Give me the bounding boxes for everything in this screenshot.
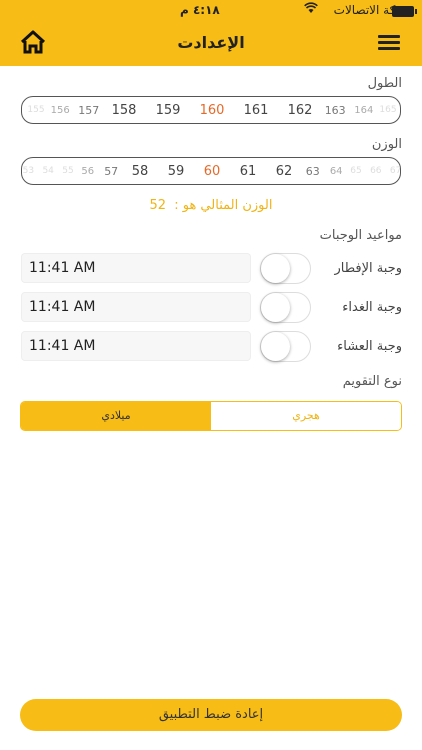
picker-value[interactable]: 165: [379, 105, 396, 115]
nav-bar: شركة الاتصالات ٤:١٨ م الإعدادت: [0, 0, 422, 66]
picker-value[interactable]: 66: [370, 166, 381, 176]
toggle-knob: [261, 254, 290, 283]
picker-value[interactable]: 65: [350, 166, 361, 176]
status-bar: شركة الاتصالات ٤:١٨ م: [0, 0, 422, 22]
battery-icon: [392, 6, 417, 17]
meals-title: مواعيد الوجبات: [319, 228, 402, 243]
picker-value[interactable]: 54: [42, 166, 53, 176]
dinner-label: وجبة العشاء: [337, 339, 402, 354]
lunch-label: وجبة الغداء: [342, 300, 402, 315]
picker-value[interactable]: 161: [244, 103, 269, 118]
ideal-weight-label: الوزن المثالي هو :: [174, 198, 273, 213]
picker-value[interactable]: 59: [168, 164, 185, 179]
toggle-knob: [261, 332, 290, 361]
picker-value[interactable]: 63: [306, 165, 320, 178]
height-picker[interactable]: 154155156157158159160161162163164165166: [21, 96, 401, 124]
picker-value[interactable]: 62: [276, 164, 293, 179]
picker-value[interactable]: 163: [325, 104, 346, 117]
calendar-title: نوع التقويم: [342, 374, 402, 389]
lunch-toggle[interactable]: [260, 292, 311, 323]
picker-value[interactable]: 160: [200, 103, 225, 118]
toggle-knob: [261, 293, 290, 322]
picker-value[interactable]: 57: [104, 165, 118, 178]
picker-value[interactable]: 56: [81, 166, 94, 177]
picker-value[interactable]: 158: [112, 103, 137, 118]
picker-value[interactable]: 155: [27, 105, 44, 115]
clock: ٤:١٨ م: [180, 3, 220, 17]
menu-icon[interactable]: [378, 35, 400, 51]
picker-value[interactable]: 67: [390, 166, 400, 176]
breakfast-toggle[interactable]: [260, 253, 311, 284]
dinner-time-field[interactable]: 11:41 AM: [21, 331, 251, 361]
picker-value[interactable]: 164: [354, 105, 373, 116]
picker-value[interactable]: 61: [240, 164, 257, 179]
picker-value[interactable]: 53: [23, 166, 34, 176]
wifi-icon: [304, 2, 318, 13]
picker-value[interactable]: 60: [204, 164, 221, 179]
ideal-weight: الوزن المثالي هو : 52: [0, 198, 422, 213]
page-title: الإعدادت: [177, 33, 245, 52]
breakfast-label: وجبة الإفطار: [334, 261, 402, 276]
calendar-option-hijri[interactable]: هجري: [211, 402, 401, 430]
picker-value[interactable]: 162: [288, 103, 313, 118]
weight-picker[interactable]: 53 54 55 56 57 58 59 60 61 62 63 64 65 66 67: [21, 157, 401, 185]
calendar-segmented-control[interactable]: ميلادي هجري: [20, 401, 402, 431]
calendar-option-gregorian[interactable]: ميلادي: [21, 402, 211, 430]
lunch-time-field[interactable]: 11:41 AM: [21, 292, 251, 322]
picker-value[interactable]: 156: [51, 105, 70, 116]
ideal-weight-value: 52: [149, 198, 167, 213]
picker-value[interactable]: 58: [132, 164, 149, 179]
dinner-toggle[interactable]: [260, 331, 311, 362]
picker-value[interactable]: 159: [156, 103, 181, 118]
height-label: الطول: [367, 76, 402, 91]
picker-value[interactable]: 55: [62, 166, 73, 176]
reset-app-button[interactable]: إعادة ضبط التطبيق: [20, 699, 402, 731]
picker-value[interactable]: 64: [330, 166, 343, 177]
picker-value[interactable]: 157: [78, 104, 99, 117]
breakfast-time-field[interactable]: 11:41 AM: [21, 253, 251, 283]
weight-label: الوزن: [371, 137, 402, 152]
